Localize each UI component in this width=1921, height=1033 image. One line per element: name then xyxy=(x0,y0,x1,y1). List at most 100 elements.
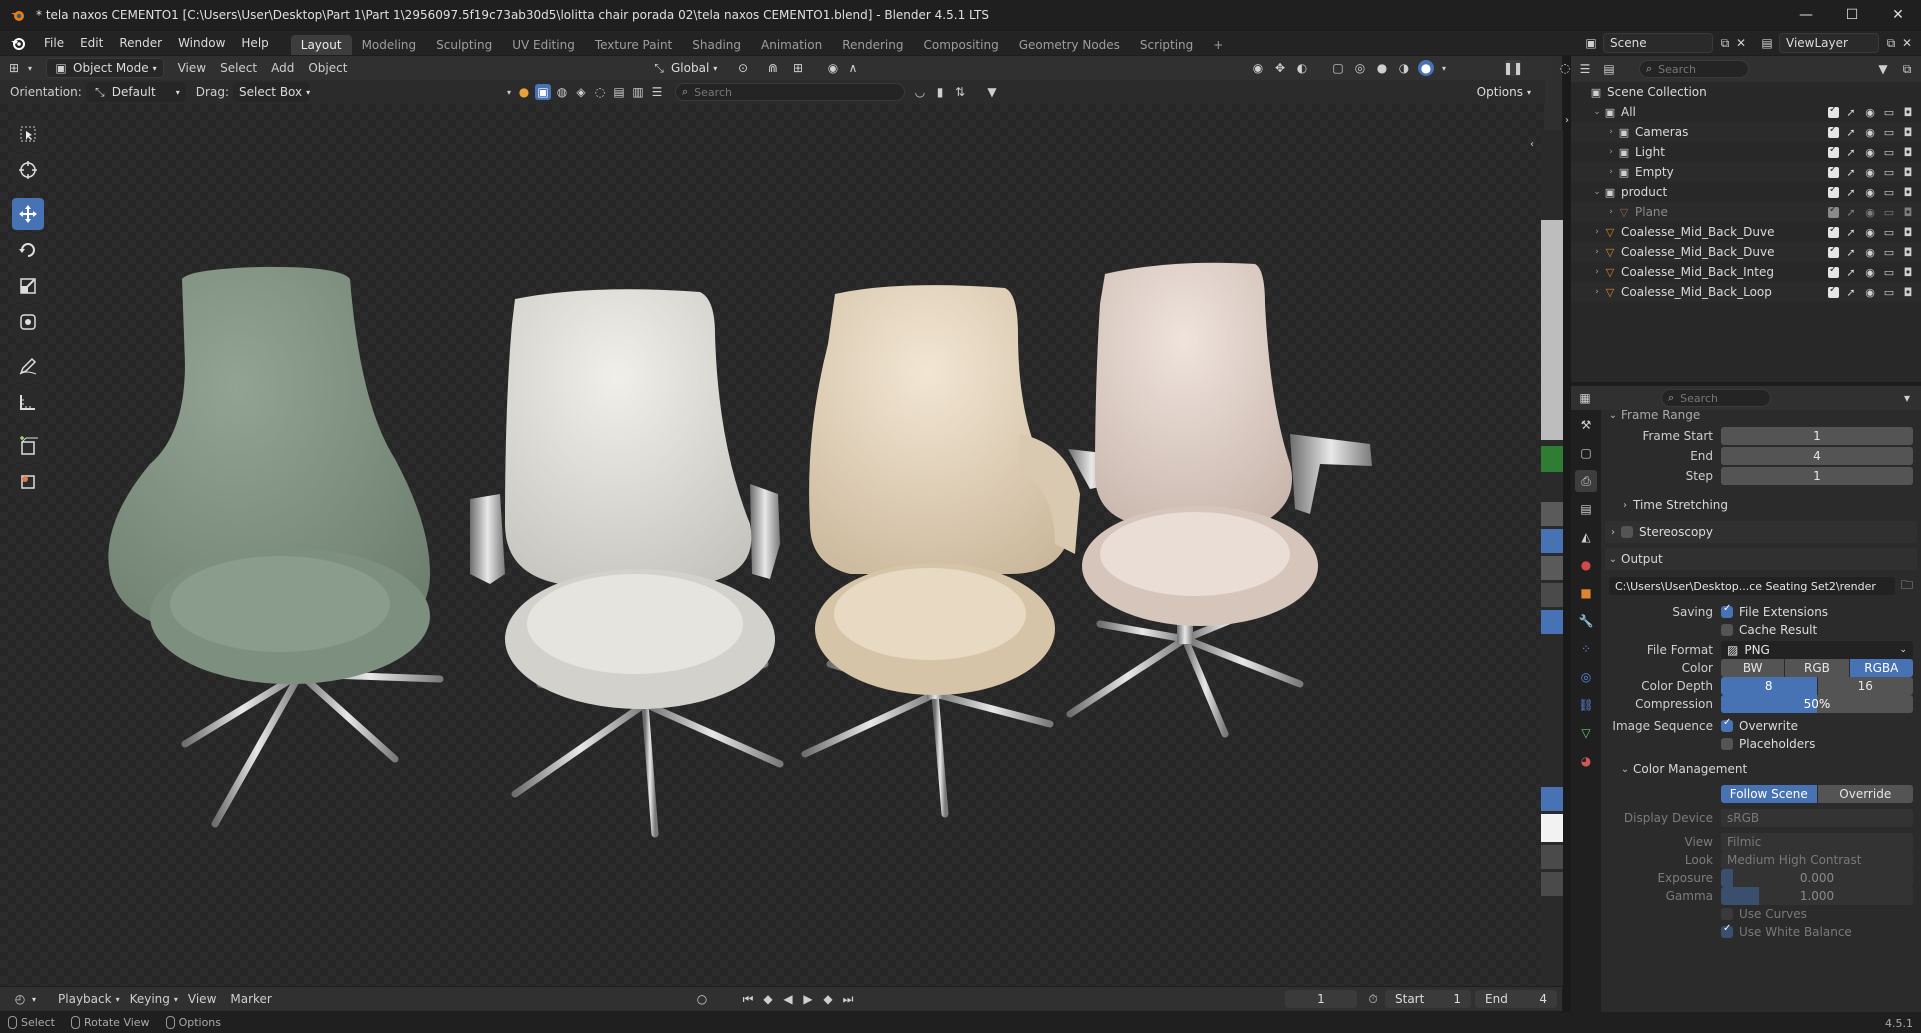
scene-tab-icon[interactable]: ◭ xyxy=(1575,526,1597,548)
snap-icon[interactable]: ⋒ xyxy=(765,60,781,76)
viewport-scroll-strip[interactable] xyxy=(1541,130,1563,986)
object-tab-icon[interactable]: ■ xyxy=(1575,582,1597,604)
properties-editor-icon[interactable]: ▦ xyxy=(1577,390,1593,406)
tab-texture-paint[interactable]: Texture Paint xyxy=(585,35,682,55)
eye-icon[interactable]: ◉ xyxy=(1863,105,1877,119)
folder-icon[interactable]: 🗀 xyxy=(1899,578,1915,594)
next-keyframe-icon[interactable]: ◆ xyxy=(820,991,836,1007)
exclude-checkbox[interactable] xyxy=(1828,244,1839,258)
display-device-dropdown[interactable]: sRGB xyxy=(1721,809,1913,827)
chevron-right-icon[interactable]: › xyxy=(1605,207,1617,217)
chevron-right-icon[interactable]: › xyxy=(1605,167,1617,177)
area-divider[interactable]: › ◌ xyxy=(1560,56,1571,1012)
exclude-checkbox[interactable] xyxy=(1828,124,1839,138)
render-camera-icon[interactable]: ◘ xyxy=(1901,145,1915,159)
render-tab-icon[interactable]: ▢ xyxy=(1575,442,1597,464)
outliner-row[interactable]: ⌄▣ All ➚ ◉ ▭ ◘ xyxy=(1571,102,1921,122)
close-button[interactable]: ✕ xyxy=(1875,0,1921,30)
add-workspace-button[interactable]: + xyxy=(1203,35,1233,55)
timeline-menu-keying[interactable]: Keying xyxy=(126,992,174,1006)
sidebar-toggle-icon[interactable]: ‹ xyxy=(1524,136,1540,152)
eye-icon[interactable]: ◉ xyxy=(1863,285,1877,299)
prev-keyframe-icon[interactable]: ◆ xyxy=(760,991,776,1007)
frame-step-field[interactable]: 1 xyxy=(1721,467,1913,485)
empty-icon[interactable]: ☰ xyxy=(649,84,665,100)
timeline-editor-type[interactable]: ◴ ▾ xyxy=(6,989,42,1009)
gizmo-icon[interactable]: ✥ xyxy=(1272,60,1288,76)
view-layer-tab-icon[interactable]: ▤ xyxy=(1575,498,1597,520)
scroll-track[interactable] xyxy=(1541,220,1563,440)
chevron-right-icon[interactable]: › xyxy=(1591,267,1603,277)
select-box-icon[interactable]: ▣ xyxy=(535,84,551,100)
chevron-down-icon[interactable]: ▾ xyxy=(505,84,513,100)
falloff-icon[interactable]: ∧ xyxy=(845,60,861,76)
view-layer-field[interactable]: ViewLayer xyxy=(1779,33,1879,53)
stopwatch-icon[interactable]: ⏱ xyxy=(1365,991,1381,1007)
filter-toggle-icon[interactable]: ◡ xyxy=(912,84,928,100)
timeline-menu-playback[interactable]: Playback xyxy=(54,992,116,1006)
light-icon[interactable]: ▥ xyxy=(630,84,646,100)
chair-green[interactable] xyxy=(108,266,444,828)
scene-collection-row[interactable]: ▣ Scene Collection xyxy=(1571,82,1921,102)
cache-result-checkbox[interactable]: Cache Result xyxy=(1721,623,1817,637)
select-arrow-icon[interactable]: ➚ xyxy=(1844,265,1858,279)
editor-type-button[interactable]: ⊞ ▾ xyxy=(0,58,40,78)
material-tab-icon[interactable]: ◕ xyxy=(1575,750,1597,772)
select-arrow-icon[interactable]: ➚ xyxy=(1844,225,1858,239)
overwrite-checkbox[interactable]: Overwrite xyxy=(1721,717,1798,733)
tab-shading[interactable]: Shading xyxy=(682,35,751,55)
maximize-button[interactable]: ☐ xyxy=(1829,0,1875,30)
viewport-search-field[interactable]: ⌕ Search xyxy=(675,83,905,101)
select-arrow-icon[interactable]: ➚ xyxy=(1844,125,1858,139)
orientation-selector[interactable]: ⤡ Default ▾ xyxy=(85,82,186,102)
jump-start-icon[interactable]: ⏮ xyxy=(740,991,756,1007)
tab-uv-editing[interactable]: UV Editing xyxy=(502,35,585,55)
render-camera-icon[interactable]: ◘ xyxy=(1901,125,1915,139)
data-tab-icon[interactable]: ▽ xyxy=(1575,722,1597,744)
visibility-icon[interactable]: ◉ xyxy=(1250,60,1266,76)
exposure-slider[interactable]: 0.000 xyxy=(1721,869,1913,887)
tab-layout[interactable]: Layout xyxy=(290,35,352,55)
render-camera-icon[interactable]: ◘ xyxy=(1901,205,1915,219)
tab-animation[interactable]: Animation xyxy=(751,35,832,55)
snap-target-icon[interactable]: ⊞ xyxy=(790,60,806,76)
select-arrow-icon[interactable]: ➚ xyxy=(1844,185,1858,199)
select-arrow-icon[interactable]: ➚ xyxy=(1844,165,1858,179)
color-rgb-option[interactable]: RGB xyxy=(1785,659,1850,677)
use-white-balance-checkbox[interactable]: Use White Balance xyxy=(1721,923,1852,939)
mode-selector[interactable]: ▣ Object Mode ▾ xyxy=(46,58,164,78)
color-depth-8-option[interactable]: 8 xyxy=(1721,677,1818,695)
eye-icon[interactable]: ◉ xyxy=(1863,125,1877,139)
output-panel-title[interactable]: ⌄ Output xyxy=(1605,548,1917,570)
options-dropdown[interactable]: Options ▾ xyxy=(1471,82,1537,102)
chevron-right-icon[interactable]: › xyxy=(1605,147,1617,157)
menu-file[interactable]: File xyxy=(36,31,72,55)
chair-white[interactable] xyxy=(470,289,784,838)
render-camera-icon[interactable]: ◘ xyxy=(1901,265,1915,279)
select-arrow-icon[interactable]: ➚ xyxy=(1844,105,1858,119)
particles-tab-icon[interactable]: ⁘ xyxy=(1575,638,1597,660)
exclude-checkbox[interactable] xyxy=(1828,204,1839,218)
physics-tab-icon[interactable]: ◎ xyxy=(1575,666,1597,688)
current-frame-field[interactable]: 1 xyxy=(1285,990,1357,1008)
monitor-icon[interactable]: ▭ xyxy=(1882,125,1896,139)
pivot-point-icon[interactable]: ⊙ xyxy=(735,60,751,76)
chevron-down-icon[interactable]: ⌄ xyxy=(1591,187,1603,197)
eye-icon[interactable]: ◉ xyxy=(1863,245,1877,259)
tab-geometry-nodes[interactable]: Geometry Nodes xyxy=(1009,35,1130,55)
frame-start-field[interactable]: 1 xyxy=(1721,427,1913,445)
select-arrow-icon[interactable]: ➚ xyxy=(1844,285,1858,299)
frame-range-panel-title[interactable]: ⌄ Frame Range xyxy=(1605,404,1917,426)
color-depth-16-option[interactable]: 16 xyxy=(1817,677,1913,695)
output-path-field[interactable]: C:\Users\User\Desktop...ce Seating Set2\… xyxy=(1609,577,1895,595)
menu-window[interactable]: Window xyxy=(170,31,233,55)
render-camera-icon[interactable]: ◘ xyxy=(1901,165,1915,179)
auto-keying-icon[interactable]: ○ xyxy=(694,991,710,1007)
sphere-icon[interactable]: ◍ xyxy=(554,84,570,100)
outliner-row[interactable]: ›▣ Cameras ➚ ◉ ▭ ◘ xyxy=(1571,122,1921,142)
chevron-right-icon[interactable]: › xyxy=(1591,287,1603,297)
tool-tab-icon[interactable]: ⚒ xyxy=(1575,414,1597,436)
chevron-right-icon[interactable]: › xyxy=(1591,247,1603,257)
color-management-panel[interactable]: ⌄ Color Management xyxy=(1605,758,1917,780)
select-arrow-icon[interactable]: ➚ xyxy=(1844,145,1858,159)
